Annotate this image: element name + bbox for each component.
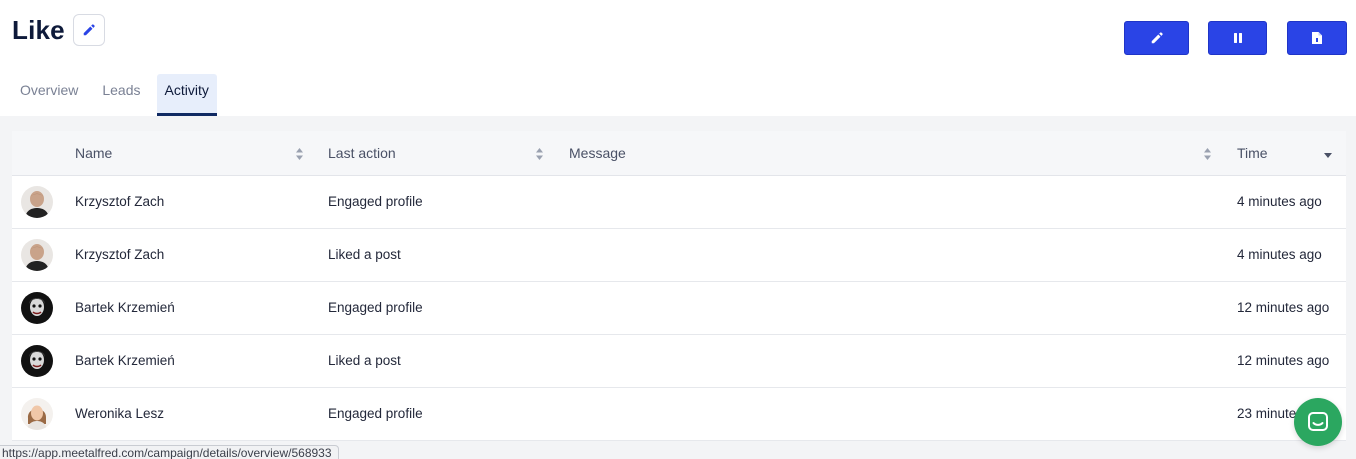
lead-name[interactable]: Bartek Krzemień	[75, 353, 175, 368]
avatar	[21, 398, 53, 430]
time: 12 minutes ago	[1237, 353, 1330, 368]
avatar	[21, 292, 53, 324]
table-row[interactable]: Bartek Krzemień Engaged profile 12 minut…	[12, 282, 1346, 335]
tab-activity[interactable]: Activity	[156, 74, 217, 116]
status-bar-url: https://app.meetalfred.com/campaign/deta…	[0, 445, 339, 459]
tab-label: Leads	[102, 82, 141, 98]
export-campaign-button[interactable]	[1287, 21, 1347, 55]
pencil-icon	[1151, 32, 1163, 44]
last-action: Liked a post	[328, 247, 401, 262]
table-header: Name Last action Message Time	[12, 131, 1346, 176]
sort-icon[interactable]	[295, 147, 304, 161]
pencil-icon	[83, 24, 95, 36]
table-row[interactable]: Krzysztof Zach Engaged profile 4 minutes…	[12, 176, 1346, 229]
last-action: Engaged profile	[328, 300, 423, 315]
lead-name[interactable]: Krzysztof Zach	[75, 247, 164, 262]
last-action: Engaged profile	[328, 194, 423, 209]
lead-name[interactable]: Krzysztof Zach	[75, 194, 164, 209]
tab-label: Activity	[164, 82, 209, 98]
sort-desc-icon[interactable]	[1323, 152, 1333, 159]
chat-icon	[1308, 412, 1328, 431]
document-icon	[1312, 32, 1322, 44]
avatar	[21, 186, 53, 218]
table-row[interactable]: Bartek Krzemień Liked a post 12 minutes …	[12, 335, 1346, 388]
column-header-name[interactable]: Name	[75, 145, 112, 161]
tab-label: Overview	[20, 82, 79, 98]
time: 12 minutes ago	[1237, 300, 1330, 315]
column-header-time[interactable]: Time	[1237, 145, 1268, 161]
sort-icon[interactable]	[1203, 147, 1212, 161]
edit-title-button[interactable]	[72, 14, 105, 46]
table-row[interactable]: Krzysztof Zach Liked a post 4 minutes ag…	[12, 229, 1346, 282]
last-action: Liked a post	[328, 353, 401, 368]
chat-launcher-button[interactable]	[1294, 398, 1342, 446]
tab-leads[interactable]: Leads	[94, 74, 148, 116]
lead-name[interactable]: Weronika Lesz	[75, 406, 164, 421]
avatar	[21, 345, 53, 377]
sort-icon[interactable]	[535, 147, 544, 161]
tab-overview[interactable]: Overview	[12, 74, 86, 116]
activity-table: Name Last action Message Time Krzysztof …	[12, 131, 1346, 441]
column-header-message[interactable]: Message	[569, 145, 626, 161]
lead-name[interactable]: Bartek Krzemień	[75, 300, 175, 315]
table-row[interactable]: Weronika Lesz Engaged profile 23 minutes…	[12, 388, 1346, 441]
pause-campaign-button[interactable]	[1208, 21, 1267, 55]
last-action: Engaged profile	[328, 406, 423, 421]
avatar	[21, 239, 53, 271]
tab-bar: Overview Leads Activity	[12, 74, 225, 116]
time: 4 minutes ago	[1237, 247, 1322, 262]
edit-campaign-button[interactable]	[1124, 21, 1189, 55]
title-row: Like	[12, 14, 105, 46]
pause-icon	[1233, 33, 1242, 43]
time: 4 minutes ago	[1237, 194, 1322, 209]
column-header-last-action[interactable]: Last action	[328, 145, 396, 161]
page-title: Like	[12, 14, 65, 45]
